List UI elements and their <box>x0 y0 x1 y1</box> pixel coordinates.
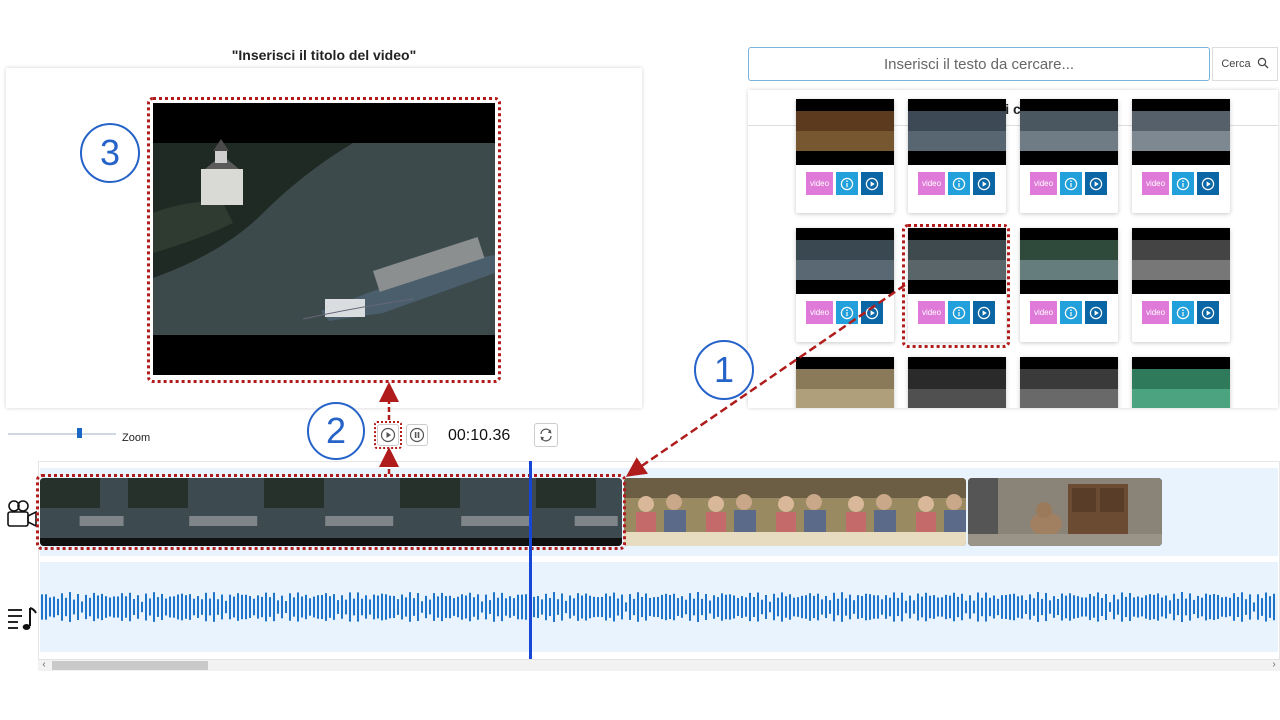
play-icon <box>865 177 879 190</box>
content-card[interactable]: video <box>796 357 894 408</box>
preview-video[interactable] <box>153 103 495 375</box>
info-button[interactable] <box>836 301 858 324</box>
content-card[interactable]: video <box>796 99 894 213</box>
refresh-icon <box>540 428 552 442</box>
timeline-clip-1[interactable] <box>40 478 622 546</box>
info-icon <box>952 177 966 190</box>
play-icon <box>1089 306 1103 319</box>
timeline-clip-2[interactable] <box>624 478 966 546</box>
play-icon <box>1089 177 1103 190</box>
play-icon <box>1201 177 1215 190</box>
zoom-label: Zoom <box>122 432 151 444</box>
content-card[interactable]: video <box>1020 99 1118 213</box>
info-icon <box>1176 306 1190 319</box>
preview-play-button[interactable] <box>1085 301 1107 324</box>
content-thumbnail[interactable] <box>1020 357 1118 408</box>
content-thumbnail[interactable] <box>1020 99 1118 165</box>
video-type-button[interactable]: video <box>1030 172 1057 195</box>
info-button[interactable] <box>948 301 970 324</box>
clip-3-thumbnails <box>968 478 1162 546</box>
content-card[interactable]: video <box>908 357 1006 408</box>
content-card[interactable]: video <box>1132 357 1230 408</box>
info-button[interactable] <box>836 172 858 195</box>
info-button[interactable] <box>1060 172 1082 195</box>
preview-play-button[interactable] <box>1085 172 1107 195</box>
content-card[interactable]: video <box>1132 99 1230 213</box>
video-type-button[interactable]: video <box>918 172 945 195</box>
pause-icon <box>409 427 425 443</box>
music-list-icon <box>6 604 38 637</box>
preview-play-button[interactable] <box>1197 301 1219 324</box>
content-browser: Esplora i contenuti video video video video… <box>748 90 1278 408</box>
video-type-button[interactable]: video <box>918 301 945 324</box>
scroll-left-arrow[interactable]: ‹ <box>38 659 50 670</box>
content-card[interactable]: video <box>1020 357 1118 408</box>
callout-2: 2 <box>307 402 365 460</box>
search-button-label: Cerca <box>1221 58 1251 70</box>
preview-play-button[interactable] <box>1197 172 1219 195</box>
content-card[interactable]: video <box>908 228 1006 342</box>
play-icon <box>977 177 991 190</box>
content-card[interactable]: video <box>1020 228 1118 342</box>
content-thumbnail[interactable] <box>796 99 894 165</box>
play-icon <box>865 306 879 319</box>
content-thumbnail[interactable] <box>1132 99 1230 165</box>
info-button[interactable] <box>1172 172 1194 195</box>
info-icon <box>840 177 854 190</box>
video-title[interactable]: "Inserisci il titolo del video" <box>200 47 448 63</box>
preview-play-button[interactable] <box>861 301 883 324</box>
callout-3: 3 <box>80 123 140 183</box>
content-thumbnail[interactable] <box>908 228 1006 294</box>
clip-1-thumbnails <box>40 478 622 546</box>
info-icon <box>840 306 854 319</box>
content-card[interactable]: video <box>796 228 894 342</box>
search-button[interactable]: Cerca <box>1212 47 1278 81</box>
playhead[interactable] <box>529 461 532 659</box>
content-thumbnail[interactable] <box>908 357 1006 408</box>
video-type-button[interactable]: video <box>1142 172 1169 195</box>
content-thumbnail[interactable] <box>1020 228 1118 294</box>
video-type-button[interactable]: video <box>1142 301 1169 324</box>
search-input[interactable] <box>748 47 1210 81</box>
content-thumbnail[interactable] <box>796 357 894 408</box>
info-button[interactable] <box>1060 301 1082 324</box>
timeline-scrollbar[interactable] <box>38 659 1280 671</box>
video-type-button[interactable]: video <box>1030 301 1057 324</box>
preview-play-button[interactable] <box>973 301 995 324</box>
info-icon <box>1176 177 1190 190</box>
movie-camera-icon <box>6 499 38 534</box>
play-icon <box>977 306 991 319</box>
timeline-scroll-thumb[interactable] <box>52 661 208 670</box>
preview-play-button[interactable] <box>861 172 883 195</box>
refresh-button[interactable] <box>534 423 558 447</box>
info-icon <box>952 306 966 319</box>
preview-play-button[interactable] <box>973 172 995 195</box>
clip-2-thumbnails <box>624 478 966 546</box>
callout-1: 1 <box>694 340 754 400</box>
content-card[interactable]: video <box>908 99 1006 213</box>
pause-button[interactable] <box>406 424 428 446</box>
info-button[interactable] <box>948 172 970 195</box>
play-icon <box>380 427 396 443</box>
content-thumbnail[interactable] <box>908 99 1006 165</box>
play-icon <box>1201 306 1215 319</box>
time-display: 00:10.36 <box>448 427 511 444</box>
zoom-slider-handle[interactable] <box>77 428 82 438</box>
info-icon <box>1064 306 1078 319</box>
audio-waveform <box>41 592 1275 622</box>
zoom-slider[interactable] <box>8 433 116 435</box>
video-type-button[interactable]: video <box>806 172 833 195</box>
video-type-button[interactable]: video <box>806 301 833 324</box>
audio-track[interactable] <box>40 562 1278 652</box>
content-thumbnail[interactable] <box>796 228 894 294</box>
info-icon <box>1064 177 1078 190</box>
content-card[interactable]: video <box>1132 228 1230 342</box>
scroll-right-arrow[interactable]: › <box>1268 659 1280 670</box>
timeline-clip-3[interactable] <box>968 478 1162 546</box>
content-thumbnail[interactable] <box>1132 228 1230 294</box>
play-button[interactable] <box>377 424 399 446</box>
info-button[interactable] <box>1172 301 1194 324</box>
search-icon <box>1257 57 1269 72</box>
content-thumbnail[interactable] <box>1132 357 1230 408</box>
